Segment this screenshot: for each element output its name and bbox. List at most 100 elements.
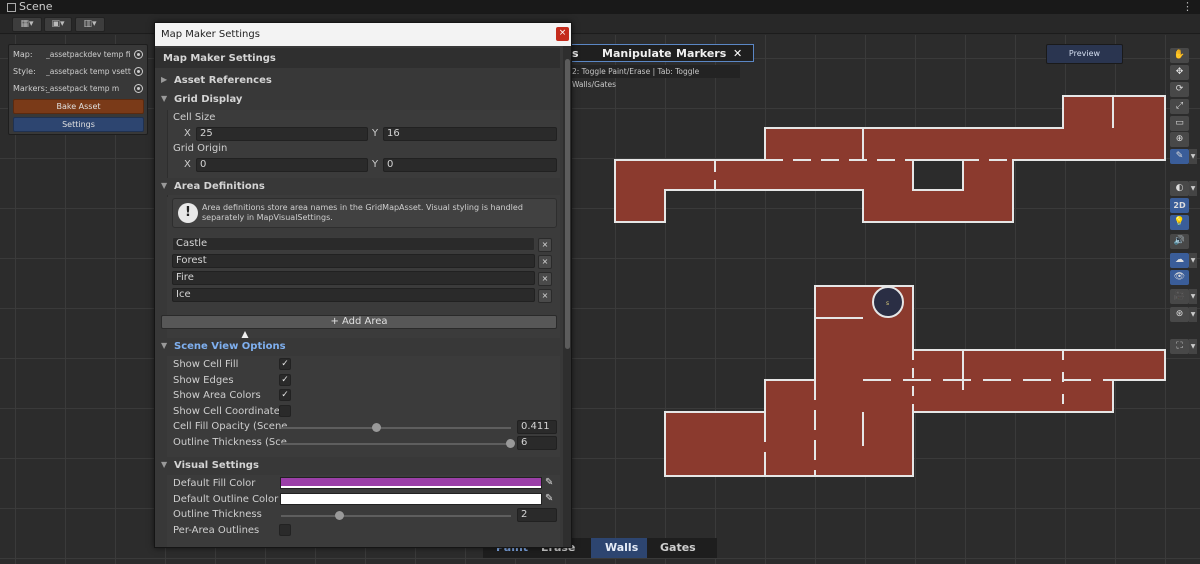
transform-tool-icon[interactable]: ⊕ — [1170, 132, 1189, 147]
map-row: Map: _assetpackdev temp fi — [13, 48, 145, 62]
object-picker-icon[interactable] — [134, 50, 143, 59]
grid-origin-y-field[interactable]: 0 — [383, 158, 557, 172]
lighting-icon[interactable]: 💡 — [1170, 215, 1189, 230]
eyedropper-icon[interactable]: ✎ — [545, 493, 553, 504]
settings-body: Map Maker Settings ▶ Asset References ▼ … — [155, 46, 571, 547]
scene-tab-title[interactable]: Scene — [19, 0, 53, 14]
close-window-button[interactable]: × — [556, 27, 569, 41]
preview-button[interactable]: Preview — [1046, 44, 1123, 64]
outline-thickness-label: Outline Thickness — [173, 509, 262, 520]
info-box: ! Area definitions store area names in t… — [172, 198, 557, 228]
show-cell-fill-label: Show Cell Fill — [173, 359, 239, 370]
outline-thickness-slider[interactable] — [281, 515, 511, 517]
visibility-icon[interactable]: 👁 — [1170, 270, 1189, 285]
chevron-down-icon[interactable]: ▼ — [1189, 289, 1197, 304]
object-picker-icon[interactable] — [134, 67, 143, 76]
effects-icon[interactable]: ☁ — [1170, 253, 1189, 268]
remove-area-button[interactable]: × — [538, 289, 552, 303]
section-grid-display[interactable]: ▼ Grid Display — [158, 91, 560, 108]
cell-size-x-field[interactable]: 25 — [196, 127, 368, 141]
grid-origin-x-field[interactable]: 0 — [196, 158, 368, 172]
area-field-forest[interactable]: Forest — [172, 254, 535, 268]
show-cell-coords-checkbox[interactable] — [279, 405, 291, 417]
gizmos-icon[interactable]: ⊛ — [1170, 307, 1189, 322]
section-area-definitions[interactable]: ▼ Area Definitions — [158, 178, 560, 195]
show-area-colors-checkbox[interactable]: ✓ — [279, 389, 291, 401]
walls-button[interactable]: Walls — [605, 541, 638, 554]
remove-area-button[interactable]: × — [538, 255, 552, 269]
chevron-down-icon[interactable]: ▼ — [1189, 181, 1197, 196]
x-label: X — [184, 128, 191, 139]
remove-area-button[interactable]: × — [538, 272, 552, 286]
show-edges-checkbox[interactable]: ✓ — [279, 374, 291, 386]
outline-thickness-scene-label: Outline Thickness (Sce — [173, 437, 287, 448]
section-scene-view-options[interactable]: ▼ Scene View Options — [158, 338, 560, 355]
outline-thickness-field[interactable]: 2 — [517, 508, 557, 522]
move-tool-icon[interactable]: ✥ — [1170, 65, 1189, 80]
cell-size-y-field[interactable]: 16 — [383, 127, 557, 141]
close-icon[interactable]: ✕ — [733, 47, 742, 60]
window-title: Map Maker Settings — [161, 29, 260, 40]
scale-tool-icon[interactable]: ⤢ — [1170, 99, 1189, 114]
cell-fill-opacity-field[interactable]: 0.411 — [517, 420, 557, 434]
more-options-icon[interactable]: ⋮ — [1182, 0, 1193, 14]
section-title: Scene View Options — [174, 341, 286, 352]
tab-manipulate[interactable]: Manipulate — [602, 47, 672, 60]
settings-header-label: Map Maker Settings — [163, 53, 276, 64]
show-edges-label: Show Edges — [173, 375, 234, 386]
shading-icon[interactable]: ◐ — [1170, 181, 1189, 196]
hand-tool-icon[interactable]: ✋ — [1170, 48, 1189, 63]
remove-area-button[interactable]: × — [538, 238, 552, 252]
slider-thumb[interactable] — [506, 439, 515, 448]
outline-thickness-scene-slider[interactable] — [281, 443, 511, 445]
cell-fill-opacity-slider[interactable] — [281, 427, 511, 429]
rotate-tool-icon[interactable]: ⟳ — [1170, 82, 1189, 97]
area-field-castle[interactable]: Castle — [172, 237, 535, 251]
show-area-colors-label: Show Area Colors — [173, 390, 261, 401]
gates-button[interactable]: Gates — [660, 541, 696, 554]
per-area-outlines-checkbox[interactable] — [279, 524, 291, 536]
draw-mode-button[interactable]: ▦▾ — [12, 17, 42, 32]
scrollbar-thumb[interactable] — [565, 59, 570, 349]
window-titlebar[interactable]: Map Maker Settings × — [155, 23, 571, 46]
chevron-down-icon[interactable]: ▼ — [1189, 253, 1197, 268]
show-cell-fill-checkbox[interactable]: ✓ — [279, 358, 291, 370]
audio-icon[interactable]: 🔊 — [1170, 234, 1189, 249]
overlay-menu-icon[interactable]: ⛶ — [1170, 339, 1189, 354]
area-field-ice[interactable]: Ice — [172, 288, 535, 302]
custom-tool-icon[interactable]: ✎ — [1170, 149, 1189, 164]
bake-asset-button[interactable]: Bake Asset — [13, 99, 144, 114]
section-asset-references[interactable]: ▶ Asset References — [158, 72, 560, 89]
chevron-down-icon[interactable]: ▼ — [1189, 149, 1197, 164]
slider-thumb[interactable] — [372, 423, 381, 432]
cell-size-label: Cell Size — [173, 112, 216, 123]
2d-toggle[interactable]: 2D — [1170, 198, 1189, 213]
default-fill-color-swatch[interactable] — [280, 477, 542, 489]
eyedropper-icon[interactable]: ✎ — [545, 477, 553, 488]
chevron-down-icon[interactable]: ▼ — [1189, 307, 1197, 322]
x-label: X — [184, 159, 191, 170]
outline-thickness-scene-field[interactable]: 6 — [517, 436, 557, 450]
tab-markers[interactable]: Markers — [676, 47, 726, 60]
section-visual-settings[interactable]: ▼ Visual Settings — [158, 457, 560, 474]
camera-icon[interactable]: 🎥 — [1170, 289, 1189, 304]
tab-paint-partial[interactable]: s — [572, 47, 579, 60]
gizmo-button[interactable]: ▣▾ — [44, 17, 72, 32]
slider-thumb[interactable] — [335, 511, 344, 520]
mode-tab-bar: s Manipulate Markers ✕ — [565, 44, 754, 62]
add-area-button[interactable]: + Add Area — [161, 315, 557, 329]
style-row: Style: _assetpack temp vsett — [13, 65, 145, 79]
snap-button[interactable]: ▥▾ — [75, 17, 105, 32]
rect-tool-icon[interactable]: ▭ — [1170, 116, 1189, 131]
grid-origin-label: Grid Origin — [173, 143, 228, 154]
style-field[interactable]: _assetpack temp vsett — [46, 67, 134, 76]
alpha-bar — [281, 486, 541, 488]
map-maker-settings-window: Map Maker Settings × Map Maker Settings … — [154, 22, 572, 548]
object-picker-icon[interactable] — [134, 84, 143, 93]
area-field-fire[interactable]: Fire — [172, 271, 535, 285]
map-field[interactable]: _assetpackdev temp fi — [46, 50, 134, 59]
chevron-down-icon[interactable]: ▼ — [1189, 339, 1197, 354]
default-outline-color-swatch[interactable] — [280, 493, 542, 505]
settings-button[interactable]: Settings — [13, 117, 144, 132]
markers-field[interactable]: _assetpack temp m — [46, 84, 134, 93]
